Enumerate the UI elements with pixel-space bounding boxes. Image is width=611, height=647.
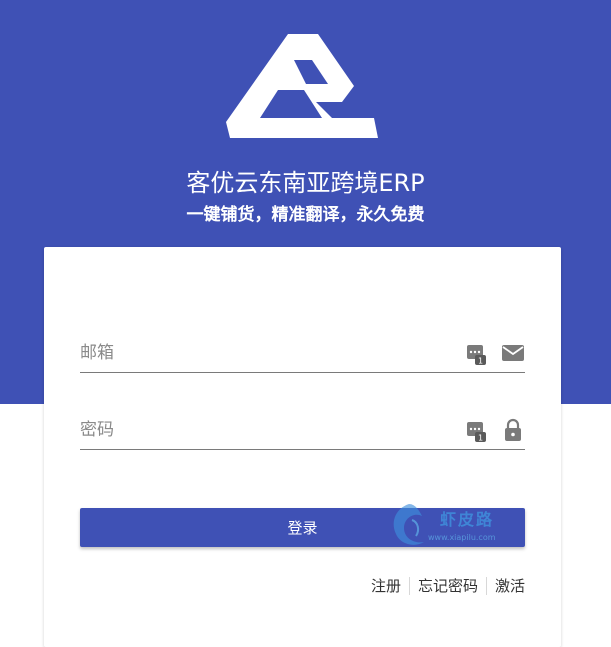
watermark-text: 虾皮路 bbox=[440, 510, 495, 529]
email-input[interactable] bbox=[80, 336, 450, 370]
email-field-container: 1 bbox=[80, 336, 525, 373]
watermark-url: www.xiapilu.com bbox=[428, 533, 496, 542]
register-link[interactable]: 注册 bbox=[363, 575, 409, 597]
dragon-watermark-icon bbox=[393, 504, 424, 545]
envelope-icon bbox=[502, 345, 524, 361]
app-subtitle: 一键铺货，精准翻译，永久免费 bbox=[186, 205, 425, 225]
password-manager-icon[interactable]: 1 bbox=[467, 343, 487, 365]
password-input[interactable] bbox=[80, 413, 450, 447]
forgot-password-link[interactable]: 忘记密码 bbox=[410, 575, 486, 597]
login-card: 1 1 登录 注册 忘记密码 激活 bbox=[44, 247, 561, 647]
auth-links: 注册 忘记密码 激活 bbox=[363, 575, 525, 597]
activate-link[interactable]: 激活 bbox=[487, 575, 525, 597]
app-title: 客优云东南亚跨境ERP bbox=[186, 169, 425, 197]
svg-text:1: 1 bbox=[478, 434, 483, 443]
brand-logo-icon bbox=[226, 34, 378, 138]
password-field-container: 1 bbox=[80, 413, 525, 450]
lock-icon bbox=[505, 418, 521, 441]
svg-text:1: 1 bbox=[478, 357, 483, 366]
password-manager-icon[interactable]: 1 bbox=[467, 420, 487, 442]
watermark: 虾皮路 www.xiapilu.com bbox=[384, 500, 530, 552]
